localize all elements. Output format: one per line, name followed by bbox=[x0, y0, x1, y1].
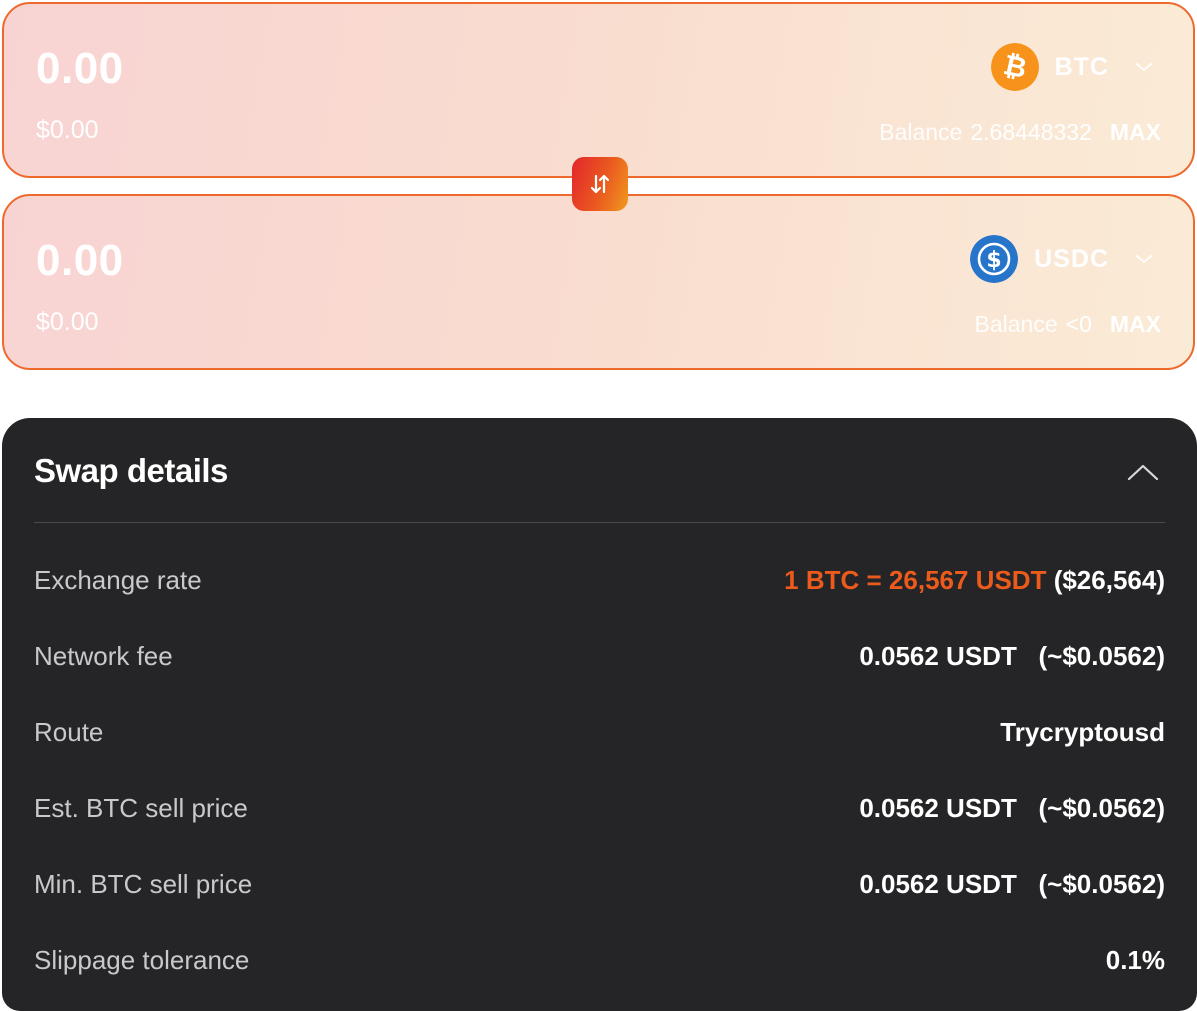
detail-row-network-fee: Network fee 0.0562 USDT (~$0.0562) bbox=[34, 636, 1165, 676]
from-token-selector[interactable]: ₿ BTC bbox=[990, 42, 1153, 92]
to-max-button[interactable]: MAX bbox=[1110, 311, 1161, 338]
from-balance-label: Balance bbox=[879, 119, 963, 145]
from-balance-row: Balance 2.68448332 MAX bbox=[879, 119, 1161, 146]
to-balance-value: <0 bbox=[1065, 311, 1092, 337]
detail-row-route: Route Trycryptousd bbox=[34, 712, 1165, 752]
swap-from-card: 0.00 $0.00 ₿ BTC Balance 2.68448332 MAX bbox=[2, 2, 1195, 178]
to-token-symbol: USDC bbox=[1034, 244, 1109, 273]
swap-to-card: 0.00 $0.00 $ USDC Balance <0 MAX bbox=[2, 194, 1195, 370]
collapse-details-button[interactable] bbox=[1125, 456, 1161, 488]
chevron-up-icon bbox=[1127, 464, 1159, 481]
detail-value: 0.0562 USDT (~$0.0562) bbox=[859, 868, 1165, 899]
to-balance-label: Balance bbox=[974, 311, 1058, 337]
bitcoin-icon: ₿ bbox=[990, 43, 1039, 91]
exchange-rate-value: 1 BTC = 26,567 USDT bbox=[784, 564, 1047, 595]
chevron-down-icon bbox=[1136, 63, 1152, 71]
detail-row-min-sell-price: Min. BTC sell price 0.0562 USDT (~$0.056… bbox=[34, 864, 1165, 904]
detail-label: Min. BTC sell price bbox=[34, 868, 253, 899]
detail-label: Est. BTC sell price bbox=[34, 792, 248, 823]
details-divider bbox=[34, 522, 1165, 523]
from-max-button[interactable]: MAX bbox=[1110, 119, 1161, 146]
to-fiat-value: $0.00 bbox=[36, 308, 99, 336]
detail-label: Slippage tolerance bbox=[34, 944, 250, 975]
detail-value: 0.0562 USDT (~$0.0562) bbox=[859, 640, 1165, 671]
detail-value: 0.0562 USDT (~$0.0562) bbox=[859, 792, 1165, 823]
to-token-selector[interactable]: $ USDC bbox=[970, 234, 1153, 284]
detail-label: Exchange rate bbox=[34, 564, 202, 595]
detail-row-slippage: Slippage tolerance 0.1% bbox=[34, 940, 1165, 980]
from-balance-value: 2.68448332 bbox=[970, 119, 1092, 145]
swap-arrows-icon bbox=[590, 174, 610, 194]
detail-row-exchange-rate: Exchange rate 1 BTC = 26,567 USDT ($26,5… bbox=[34, 560, 1165, 600]
usdc-icon: $ bbox=[970, 235, 1019, 283]
swap-details-title: Swap details bbox=[34, 452, 228, 489]
detail-value: Trycryptousd bbox=[1000, 716, 1165, 747]
detail-label: Network fee bbox=[34, 640, 173, 671]
svg-text:$: $ bbox=[987, 248, 1002, 273]
detail-row-est-sell-price: Est. BTC sell price 0.0562 USDT (~$0.056… bbox=[34, 788, 1165, 828]
switch-tokens-button[interactable] bbox=[572, 157, 628, 211]
detail-label: Route bbox=[34, 716, 104, 747]
to-balance-row: Balance <0 MAX bbox=[975, 311, 1161, 338]
from-fiat-value: $0.00 bbox=[36, 116, 99, 144]
from-amount-input[interactable]: 0.00 bbox=[36, 44, 124, 94]
to-amount-input[interactable]: 0.00 bbox=[36, 236, 124, 286]
from-token-symbol: BTC bbox=[1054, 52, 1109, 81]
chevron-down-icon bbox=[1136, 255, 1152, 263]
detail-value: 1 BTC = 26,567 USDT ($26,564) bbox=[784, 565, 1165, 596]
swap-details-panel: Swap details Exchange rate 1 BTC = 26,56… bbox=[2, 418, 1197, 1011]
detail-value: 0.1% bbox=[1105, 944, 1165, 975]
exchange-rate-fiat: ($26,564) bbox=[1053, 564, 1165, 595]
